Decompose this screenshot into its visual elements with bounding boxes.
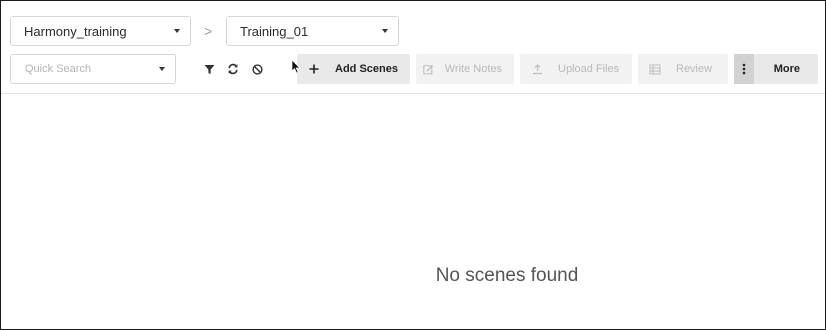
write-notes-button[interactable]: Write Notes bbox=[416, 54, 514, 84]
upload-files-button[interactable]: Upload Files bbox=[520, 54, 632, 84]
breadcrumb-separator: > bbox=[204, 23, 213, 39]
edit-note-icon bbox=[422, 64, 435, 75]
more-button[interactable]: More bbox=[734, 54, 818, 84]
upload-files-label: Upload Files bbox=[558, 63, 620, 75]
add-scenes-button[interactable]: Add Scenes bbox=[297, 54, 410, 84]
upload-icon bbox=[526, 63, 548, 75]
more-label: More bbox=[773, 63, 800, 75]
film-icon bbox=[644, 64, 666, 75]
review-button[interactable]: Review bbox=[638, 54, 728, 84]
quick-search-input[interactable] bbox=[23, 62, 159, 76]
mouse-pointer-icon bbox=[291, 59, 301, 79]
chevron-down-icon bbox=[174, 29, 180, 33]
review-label: Review bbox=[676, 63, 713, 75]
add-scenes-label: Add Scenes bbox=[335, 63, 398, 75]
toolbar-icon-group bbox=[197, 54, 297, 84]
vertical-dots-icon bbox=[734, 54, 754, 84]
empty-state-message: No scenes found bbox=[435, 265, 579, 286]
chevron-down-icon[interactable] bbox=[159, 67, 165, 71]
quick-search[interactable] bbox=[10, 54, 176, 84]
refresh-icon[interactable] bbox=[221, 54, 245, 84]
clear-filter-icon[interactable] bbox=[245, 54, 269, 84]
filter-icon[interactable] bbox=[197, 54, 221, 84]
project-select-value: Harmony_training bbox=[24, 23, 127, 39]
episode-select[interactable]: Training_01 bbox=[226, 16, 399, 46]
episode-select-value: Training_01 bbox=[240, 23, 309, 39]
plus-icon bbox=[303, 64, 325, 74]
top-bar: Harmony_training > Training_01 Quick Sea… bbox=[1, 1, 825, 94]
chevron-down-icon bbox=[382, 29, 388, 33]
write-notes-label: Write Notes bbox=[444, 63, 502, 75]
app-window: Harmony_training > Training_01 Quick Sea… bbox=[0, 0, 826, 330]
project-select[interactable]: Harmony_training bbox=[10, 16, 191, 46]
